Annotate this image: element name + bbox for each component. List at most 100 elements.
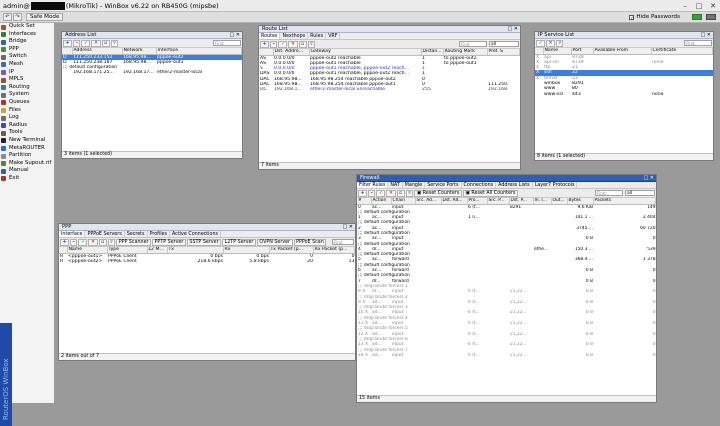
window-controls-icon[interactable]: □ ✕ [507,26,518,32]
route-find-input[interactable]: Find [459,41,487,47]
window-controls-icon[interactable]: □ ✕ [229,32,240,38]
remove-button[interactable]: – [368,189,376,197]
firewall-filter-select[interactable]: all [625,190,655,196]
add-button[interactable]: + [358,189,368,197]
add-button[interactable]: + [60,238,70,246]
minimize-icon[interactable]: – [678,0,692,12]
table-row[interactable]: 14 X ad... input 6 (t... 21,22... 0 B 0 [357,353,656,358]
enable-button[interactable]: ✓ [376,189,386,197]
firewall-find-input[interactable]: Find [595,190,623,196]
address-list-titlebar[interactable]: Address List □ ✕ [62,32,242,39]
disable-button[interactable]: ✕ [386,189,396,197]
tab[interactable]: Secrets [125,231,148,237]
tab[interactable]: Interface [59,231,86,237]
tab[interactable]: Nexthops [280,33,309,39]
maximize-icon[interactable]: □ [692,0,706,12]
table-row[interactable]: 192.168.171.25... 192.168.17... ether2-mas… [62,70,242,75]
sidebar-item[interactable]: New Terminal [0,137,54,145]
filter-icon[interactable]: ▿ [556,39,564,47]
ppp-tool-button[interactable]: L2TP Server [222,238,256,246]
reset-all-counters-button[interactable]: ▣ Reset All Counters [462,189,518,197]
tab[interactable]: Layer7 Protocols [533,182,578,188]
enable-button[interactable]: ✓ [81,39,91,47]
redo-button[interactable]: ↷ [13,13,22,21]
close-icon[interactable]: ✕ [706,0,720,12]
hide-passwords-checkbox[interactable]: ✓ [629,14,635,20]
tab[interactable]: Connections [462,182,497,188]
route-list-titlebar[interactable]: Route List □ ✕ [259,26,520,33]
remove-button[interactable]: – [270,40,278,48]
ppp-find-input[interactable]: Find [332,239,354,245]
sidebar-item[interactable]: System [0,91,54,99]
remove-button[interactable]: – [73,39,81,47]
add-button[interactable]: + [63,39,73,47]
sidebar-item[interactable]: Mesh [0,61,54,69]
sidebar-item[interactable]: Routing [0,84,54,92]
window-controls-icon[interactable]: □ ✕ [700,32,711,38]
tab[interactable]: VRF [326,33,341,39]
sidebar-item[interactable]: Manual [0,167,54,175]
tab[interactable]: Service Ports [425,182,462,188]
tab[interactable]: PPPoE Servers [85,231,125,237]
sidebar-item[interactable]: Exit [0,175,54,183]
comment-button[interactable]: ▫ [98,238,107,246]
sidebar-item[interactable]: IP [0,69,54,77]
comment-button[interactable]: ▫ [396,189,405,197]
add-button[interactable]: + [260,40,270,48]
tab[interactable]: Address Lists [496,182,533,188]
column-header[interactable]: Out... [551,198,568,205]
disable-button[interactable]: ✕ [546,39,556,47]
window-controls-icon[interactable]: □ ✕ [643,175,654,181]
table-row[interactable]: R <pppoe-out2> PPPoE Client 218.6 kbps 5.8 k… [59,259,355,264]
sidebar-item[interactable]: Tools [0,129,54,137]
sidebar-item[interactable]: Queues [0,99,54,107]
sidebar-item[interactable]: Radius [0,122,54,130]
ppp-tool-button[interactable]: PPP Scanner [116,238,152,246]
sidebar-item[interactable]: MetaROUTER [0,145,54,153]
route-filter-select[interactable]: all [489,41,519,47]
sidebar-item[interactable]: Bridge [0,38,54,46]
disable-button[interactable]: ✕ [88,238,98,246]
table-row[interactable]: www-ssl 443 none [535,92,713,97]
enable-button[interactable]: ✓ [536,39,546,47]
comment-button[interactable]: ▫ [298,40,307,48]
sidebar-item[interactable]: Partition [0,152,54,160]
undo-button[interactable]: ↶ [3,13,12,21]
tab[interactable]: Routes [259,33,281,39]
tab[interactable]: Rules [308,33,327,39]
sidebar-item[interactable]: Interfaces [0,31,54,39]
disable-button[interactable]: ✕ [288,40,298,48]
ppp-tool-button[interactable]: PPTP Server [152,238,186,246]
safe-mode-button[interactable]: Safe Mode [26,13,64,21]
ppp-tool-button[interactable]: PPPoE Scan [293,238,327,246]
tab[interactable]: NAT [388,182,403,188]
ppp-titlebar[interactable]: PPP □ ✕ [59,224,355,231]
firewall-titlebar[interactable]: Firewall □ ✕ [357,175,656,182]
tab[interactable]: Active Connections [170,231,221,237]
column-header[interactable]: Distan... [421,49,444,56]
tab[interactable]: Filter Rules [357,182,389,188]
sidebar-item[interactable]: Log [0,114,54,122]
address-find-input[interactable]: Find [213,40,241,46]
ip-service-titlebar[interactable]: IP Service List □ ✕ [535,32,713,39]
table-row[interactable]: DC 192.168.1... ether2-master-local unreac… [259,87,520,92]
sidebar-item[interactable]: PPP [0,46,54,54]
sidebar-item[interactable]: Make Supout.rif [0,160,54,168]
sidebar-item[interactable]: MPLS [0,76,54,84]
ppp-tool-button[interactable]: OVPN Server [256,238,293,246]
window-controls-icon[interactable]: □ ✕ [342,224,353,230]
tab[interactable]: Profiles [148,231,170,237]
filter-icon[interactable]: ▿ [307,40,316,48]
filter-icon[interactable]: ▿ [110,39,119,47]
sidebar-item[interactable]: Quick Set [0,23,54,31]
filter-icon[interactable]: ▿ [405,189,414,197]
hide-passwords[interactable]: ✓ Hide Passwords [629,14,680,20]
reset-counters-button[interactable]: ▣ Reset Counters [414,189,462,197]
sidebar-item[interactable]: Files [0,107,54,115]
filter-icon[interactable]: ▿ [107,238,116,246]
ppp-tool-button[interactable]: SSTP Server [186,238,222,246]
sidebar-item[interactable]: Switch [0,53,54,61]
disable-button[interactable]: ✕ [91,39,101,47]
enable-button[interactable]: ✓ [78,238,88,246]
tab[interactable]: Mangle [403,182,426,188]
